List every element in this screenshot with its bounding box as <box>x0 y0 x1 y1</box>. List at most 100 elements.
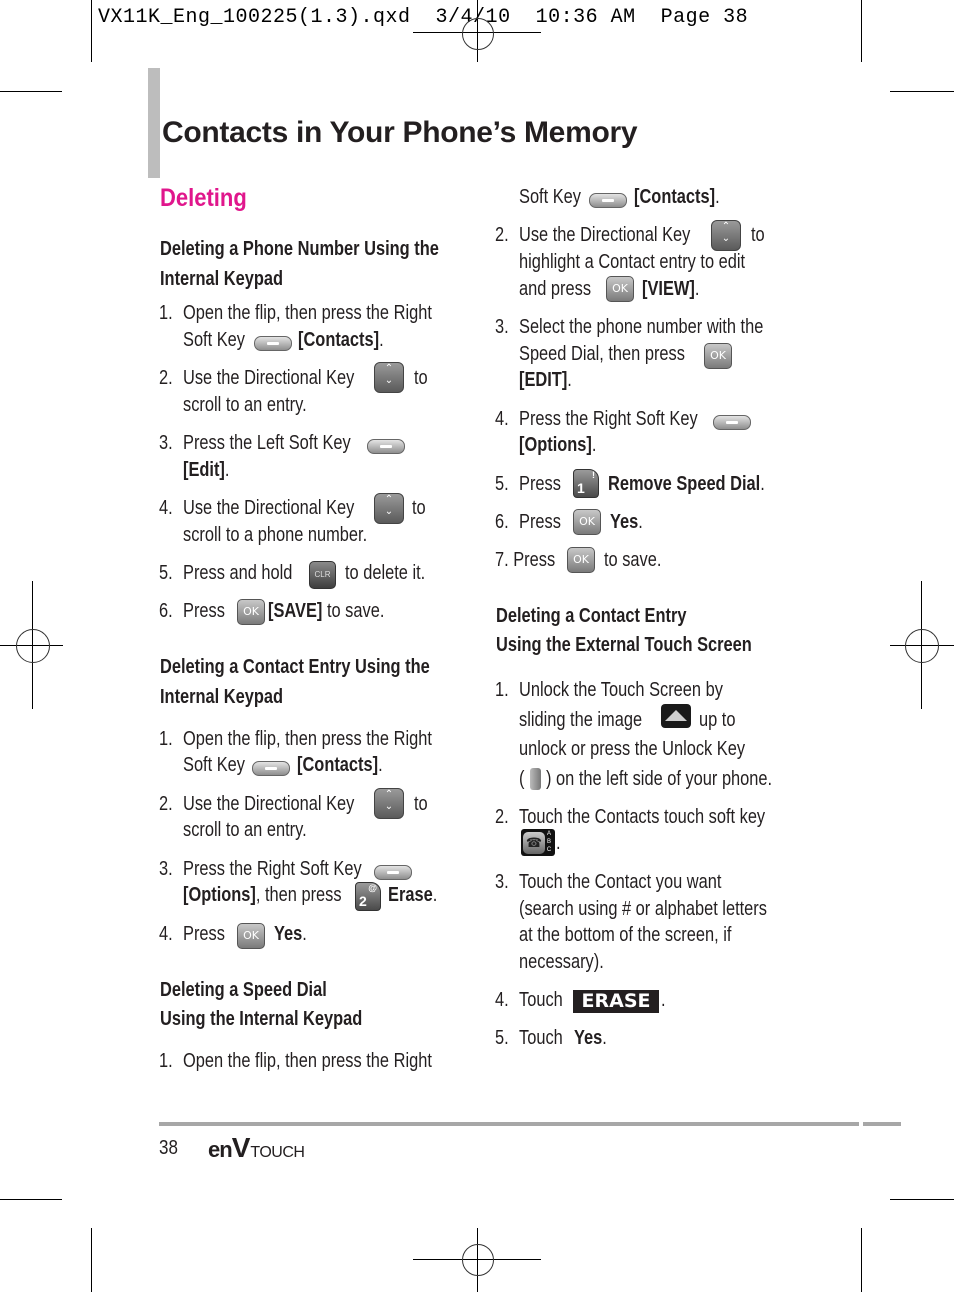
abc-label: A B C <box>546 831 552 853</box>
right-soft-key-icon <box>254 336 292 351</box>
subsection-heading: Using the Internal Keypad <box>160 1008 363 1030</box>
step-text: Unlock the Touch Screen by <box>519 679 723 701</box>
right-soft-key-icon <box>713 415 751 430</box>
directional-key-icon: ⌃ ⌄ <box>374 788 404 819</box>
step-text: [SAVE] to save. <box>268 600 385 622</box>
step-number: 3. <box>159 858 173 880</box>
step-text: . <box>556 832 561 854</box>
ok-key-icon: OK <box>704 343 732 369</box>
step-text: Soft Key <box>183 754 245 776</box>
subsection-heading: Deleting a Contact Entry <box>496 605 687 627</box>
clr-key-icon: CLR <box>309 561 336 589</box>
step-text: Press and hold <box>183 562 293 584</box>
step-text: Press the Right Soft Key <box>519 408 698 430</box>
step-text: Press the Left Soft Key <box>183 432 351 454</box>
section-title: Deleting <box>160 184 247 212</box>
step-text: to delete it. <box>345 562 426 584</box>
step-text: scroll to a phone number. <box>183 524 368 546</box>
brand-en: en <box>208 1137 233 1162</box>
step-text: Touch <box>519 1027 563 1049</box>
ok-key-icon: OK <box>237 599 265 625</box>
step-number: 2. <box>495 224 509 246</box>
step-text: sliding the image <box>519 709 643 731</box>
step-text: . <box>661 989 666 1011</box>
subsection-heading: Internal Keypad <box>160 268 284 290</box>
step-text: [EDIT]. <box>519 369 572 391</box>
step-text: to <box>751 224 765 246</box>
step-text: scroll to an entry. <box>183 819 307 841</box>
step-text: Speed Dial, then press <box>519 343 685 365</box>
step-text: Touch <box>519 989 563 1011</box>
step-text: Soft Key <box>519 186 581 208</box>
registration-circle <box>462 1244 494 1276</box>
registration-circle <box>16 629 50 663</box>
step-text: Press <box>519 511 561 533</box>
page-number: 38 <box>159 1137 178 1159</box>
step-number: 4. <box>495 989 509 1011</box>
crop-mark <box>890 1199 954 1200</box>
title-accent-bar <box>148 68 160 178</box>
subsection-heading: Using the External Touch Screen <box>496 634 752 656</box>
contacts-touch-key-icon: ☎ A B C <box>521 829 555 856</box>
step-text: up to <box>699 709 736 731</box>
subsection-heading: Deleting a Speed Dial <box>160 979 327 1001</box>
step-text: (search using # or alphabet letters <box>519 898 767 920</box>
step-number: 2. <box>159 793 173 815</box>
step-text: Use the Directional Key <box>183 793 355 815</box>
step-text: necessary). <box>519 951 604 973</box>
ok-key-icon: OK <box>606 276 634 302</box>
crop-mark <box>890 91 954 92</box>
step-text: Use the Directional Key <box>183 497 355 519</box>
step-number: 1. <box>159 728 173 750</box>
step-text: to <box>414 367 428 389</box>
step-text: scroll to an entry. <box>183 394 307 416</box>
brand-touch: TOUCH <box>250 1144 305 1161</box>
step-text: Yes. <box>574 1027 607 1049</box>
ok-key-icon: OK <box>237 923 265 949</box>
crop-mark <box>0 91 62 92</box>
registration-circle <box>905 629 939 663</box>
step-text: Press <box>183 600 225 622</box>
step-number: 5. <box>159 562 173 584</box>
step-number: 3. <box>159 432 173 454</box>
step-number: 4. <box>159 497 173 519</box>
directional-key-icon: ⌃ ⌄ <box>374 362 404 393</box>
registration-circle <box>462 18 494 50</box>
crop-mark <box>861 1228 862 1292</box>
step-text: Yes. <box>610 511 643 533</box>
step-text: Yes. <box>274 923 307 945</box>
step-text: Press the Right Soft Key <box>183 858 362 880</box>
step-number: 4. <box>159 923 173 945</box>
step-text: [Edit]. <box>183 459 230 481</box>
step-text: to <box>412 497 426 519</box>
step-text: [Options], then press <box>183 884 342 906</box>
step-number: 1. <box>495 679 509 701</box>
step-text: [Contacts]. <box>634 186 720 208</box>
crop-mark <box>91 0 92 62</box>
step-text: [Contacts]. <box>298 329 384 351</box>
step-text: 7. Press <box>495 549 556 571</box>
step-text: to <box>414 793 428 815</box>
page-title: Contacts in Your Phone’s Memory <box>162 116 638 149</box>
step-text: [Options]. <box>519 434 597 456</box>
step-text: [Contacts]. <box>297 754 383 776</box>
brand-v: V <box>231 1132 251 1163</box>
step-number: 4. <box>495 408 509 430</box>
crop-mark <box>0 1199 62 1200</box>
step-text: at the bottom of the screen, if <box>519 924 732 946</box>
step-text: Select the phone number with the <box>519 316 764 338</box>
step-number: 2. <box>495 806 509 828</box>
step-number: 2. <box>159 367 173 389</box>
crop-mark <box>861 0 862 62</box>
subsection-heading: Deleting a Contact Entry Using the <box>160 656 430 678</box>
ok-key-icon: OK <box>573 509 601 535</box>
footer-rule <box>159 1122 859 1126</box>
step-text: ) on the left side of your phone. <box>546 768 773 790</box>
number-2-key-icon: 2 @ <box>355 882 381 911</box>
brand-logo: enVTOUCH <box>208 1132 305 1164</box>
step-number: 3. <box>495 316 509 338</box>
step-text: to save. <box>604 549 662 571</box>
step-number: 6. <box>495 511 509 533</box>
step-number: 3. <box>495 871 509 893</box>
phone-icon: ☎ <box>523 832 545 854</box>
